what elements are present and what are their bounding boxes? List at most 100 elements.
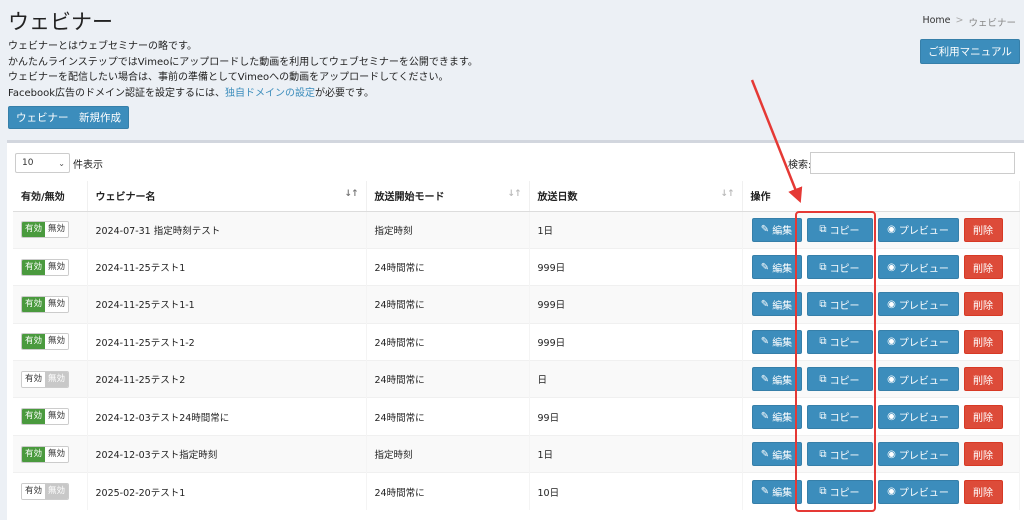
column-header-days[interactable]: 放送日数 ↓↑ [529,181,743,212]
column-header-status[interactable]: 有効/無効 [13,181,88,212]
copy-button[interactable]: ⧉ コピー [806,292,873,317]
delete-button[interactable]: 削除 [963,217,1003,242]
sort-icon: ↓↑ [720,189,734,199]
toggle-off[interactable]: 無効 [45,222,69,238]
status-cell: 有効 無効 [13,247,88,286]
broadcast-days-cell: 1日 [529,210,743,249]
preview-button[interactable]: ◉ プレビュー [877,329,959,354]
delete-button[interactable]: 削除 [963,255,1003,280]
status-toggle[interactable]: 有効 無効 [21,370,70,388]
toggle-on[interactable]: 有効 [22,409,46,425]
edit-button[interactable]: ✎ 編集 [751,479,802,504]
broadcast-days-cell: 99日 [529,397,743,436]
broadcast-days-cell: 1日 [529,434,743,473]
delete-button[interactable]: 削除 [963,442,1003,467]
webinar-name-cell: 2024-11-25テスト1 [87,247,367,286]
pencil-icon: ✎ [760,486,770,498]
eye-icon: ◉ [887,261,896,273]
toggle-on[interactable]: 有効 [22,371,46,387]
toggle-off[interactable]: 無効 [45,334,69,350]
preview-button[interactable]: ◉ プレビュー [877,367,959,392]
actions-cell: ✎ 編集 ⧉ コピー ◉ プレビュー 削除 [742,472,1020,511]
edit-button[interactable]: ✎ 編集 [751,329,802,354]
page-length-value: 10 [22,158,34,168]
status-toggle[interactable]: 有効 無効 [21,258,70,276]
preview-button[interactable]: ◉ プレビュー [877,217,959,242]
toggle-off[interactable]: 無効 [45,259,69,275]
toggle-on[interactable]: 有効 [22,222,46,238]
preview-button[interactable]: ◉ プレビュー [877,404,959,429]
page-length-select[interactable]: 10 ⌄ [15,153,70,173]
description-line: かんたんラインステップではVimeoにアップロードした動画を利用してウェブセミナ… [8,56,478,68]
custom-domain-link[interactable]: 独自ドメインの設定 [225,88,315,99]
status-cell: 有効 無効 [13,360,88,398]
create-webinar-button[interactable]: ウェビナー 新規作成 [8,106,129,129]
search-input[interactable] [810,152,1015,174]
pencil-icon: ✎ [760,224,770,236]
toggle-on[interactable]: 有効 [22,446,46,462]
edit-button[interactable]: ✎ 編集 [751,404,802,429]
breadcrumb-home[interactable]: Home [922,15,950,29]
toggle-off[interactable]: 無効 [45,446,69,462]
preview-button[interactable]: ◉ プレビュー [877,442,959,467]
delete-button[interactable]: 削除 [963,292,1003,317]
status-toggle[interactable]: 有効 無効 [21,445,70,463]
copy-button[interactable]: ⧉ コピー [806,367,873,392]
preview-button[interactable]: ◉ プレビュー [877,292,959,317]
copy-button[interactable]: ⧉ コピー [806,442,873,467]
webinar-name-cell: 2024-11-25テスト1-1 [87,285,367,324]
toggle-off[interactable]: 無効 [45,296,69,312]
copy-button[interactable]: ⧉ コピー [806,329,873,354]
delete-button[interactable]: 削除 [963,329,1003,354]
status-toggle[interactable]: 有効 無効 [21,295,70,313]
status-toggle[interactable]: 有効 無効 [21,333,70,351]
edit-button[interactable]: ✎ 編集 [751,367,802,392]
actions-cell: ✎ 編集 ⧉ コピー ◉ プレビュー 削除 [742,397,1020,436]
table-row: 有効 無効 2024-11-25テスト1-2 24時間常に 999日 ✎ 編集 ⧉ コ… [13,322,1020,361]
status-cell: 有効 無効 [13,210,88,249]
user-manual-button[interactable]: ご利用マニュアル [920,39,1020,64]
status-toggle[interactable]: 有効 無効 [21,408,70,426]
toggle-off[interactable]: 無効 [45,484,69,500]
toggle-on[interactable]: 有効 [22,334,46,350]
page-length-label: 件表示 [73,160,103,171]
status-toggle[interactable]: 有効 無効 [21,221,70,239]
page-description: ウェビナーとはウェブセミナーの略です。 かんたんラインステップではVimeoにア… [8,39,478,101]
broadcast-mode-cell: 24時間常に [366,397,530,436]
toggle-on[interactable]: 有効 [22,259,46,275]
preview-button[interactable]: ◉ プレビュー [877,255,959,280]
broadcast-mode-cell: 24時間常に [366,360,530,398]
broadcast-mode-cell: 指定時刻 [366,434,530,473]
actions-cell: ✎ 編集 ⧉ コピー ◉ プレビュー 削除 [742,247,1020,286]
preview-button[interactable]: ◉ プレビュー [877,479,959,504]
status-toggle[interactable]: 有効 無効 [21,483,70,501]
pencil-icon: ✎ [760,336,770,348]
toggle-off[interactable]: 無効 [45,371,69,387]
toggle-on[interactable]: 有効 [22,484,46,500]
copy-button[interactable]: ⧉ コピー [806,404,873,429]
toggle-on[interactable]: 有効 [22,296,46,312]
webinar-name-cell: 2025-02-20テスト1 [87,472,367,511]
column-header-name[interactable]: ウェビナー名 ↓↑ [87,181,367,212]
delete-button[interactable]: 削除 [963,404,1003,429]
copy-icon: ⧉ [819,411,827,423]
edit-button[interactable]: ✎ 編集 [751,255,802,280]
eye-icon: ◉ [887,336,896,348]
copy-button[interactable]: ⧉ コピー [806,217,873,242]
delete-button[interactable]: 削除 [963,367,1003,392]
edit-button[interactable]: ✎ 編集 [751,442,802,467]
toggle-off[interactable]: 無効 [45,409,69,425]
copy-icon: ⧉ [819,224,827,236]
delete-button[interactable]: 削除 [963,479,1003,504]
copy-button[interactable]: ⧉ コピー [806,479,873,504]
edit-button[interactable]: ✎ 編集 [751,292,802,317]
eye-icon: ◉ [887,411,896,423]
pencil-icon: ✎ [760,261,770,273]
webinar-name-cell: 2024-12-03テスト24時間常に [87,397,367,436]
broadcast-mode-cell: 24時間常に [366,285,530,324]
copy-button[interactable]: ⧉ コピー [806,255,873,280]
edit-button[interactable]: ✎ 編集 [751,217,802,242]
column-header-mode[interactable]: 放送開始モード ↓↑ [366,181,530,212]
status-cell: 有効 無効 [13,322,88,361]
chevron-down-icon: ⌄ [58,158,65,168]
